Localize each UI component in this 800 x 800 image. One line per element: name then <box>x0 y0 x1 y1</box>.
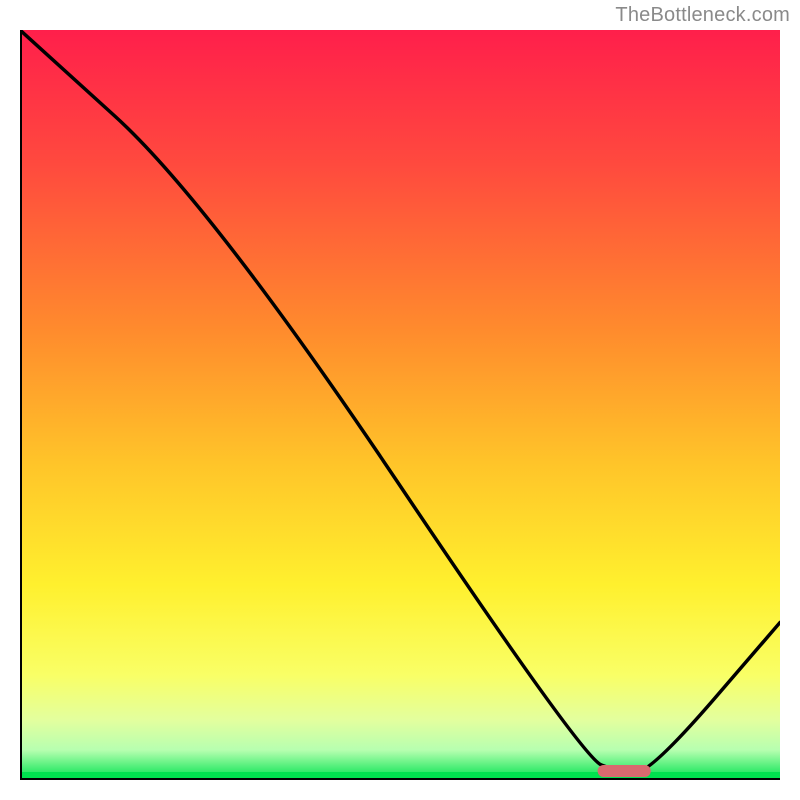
optimal-marker <box>598 765 651 777</box>
chart-container: TheBottleneck.com <box>0 0 800 800</box>
plot-area <box>20 30 780 780</box>
chart-svg <box>20 30 780 780</box>
attribution-text: TheBottleneck.com <box>615 4 790 27</box>
gradient-background <box>20 30 780 780</box>
